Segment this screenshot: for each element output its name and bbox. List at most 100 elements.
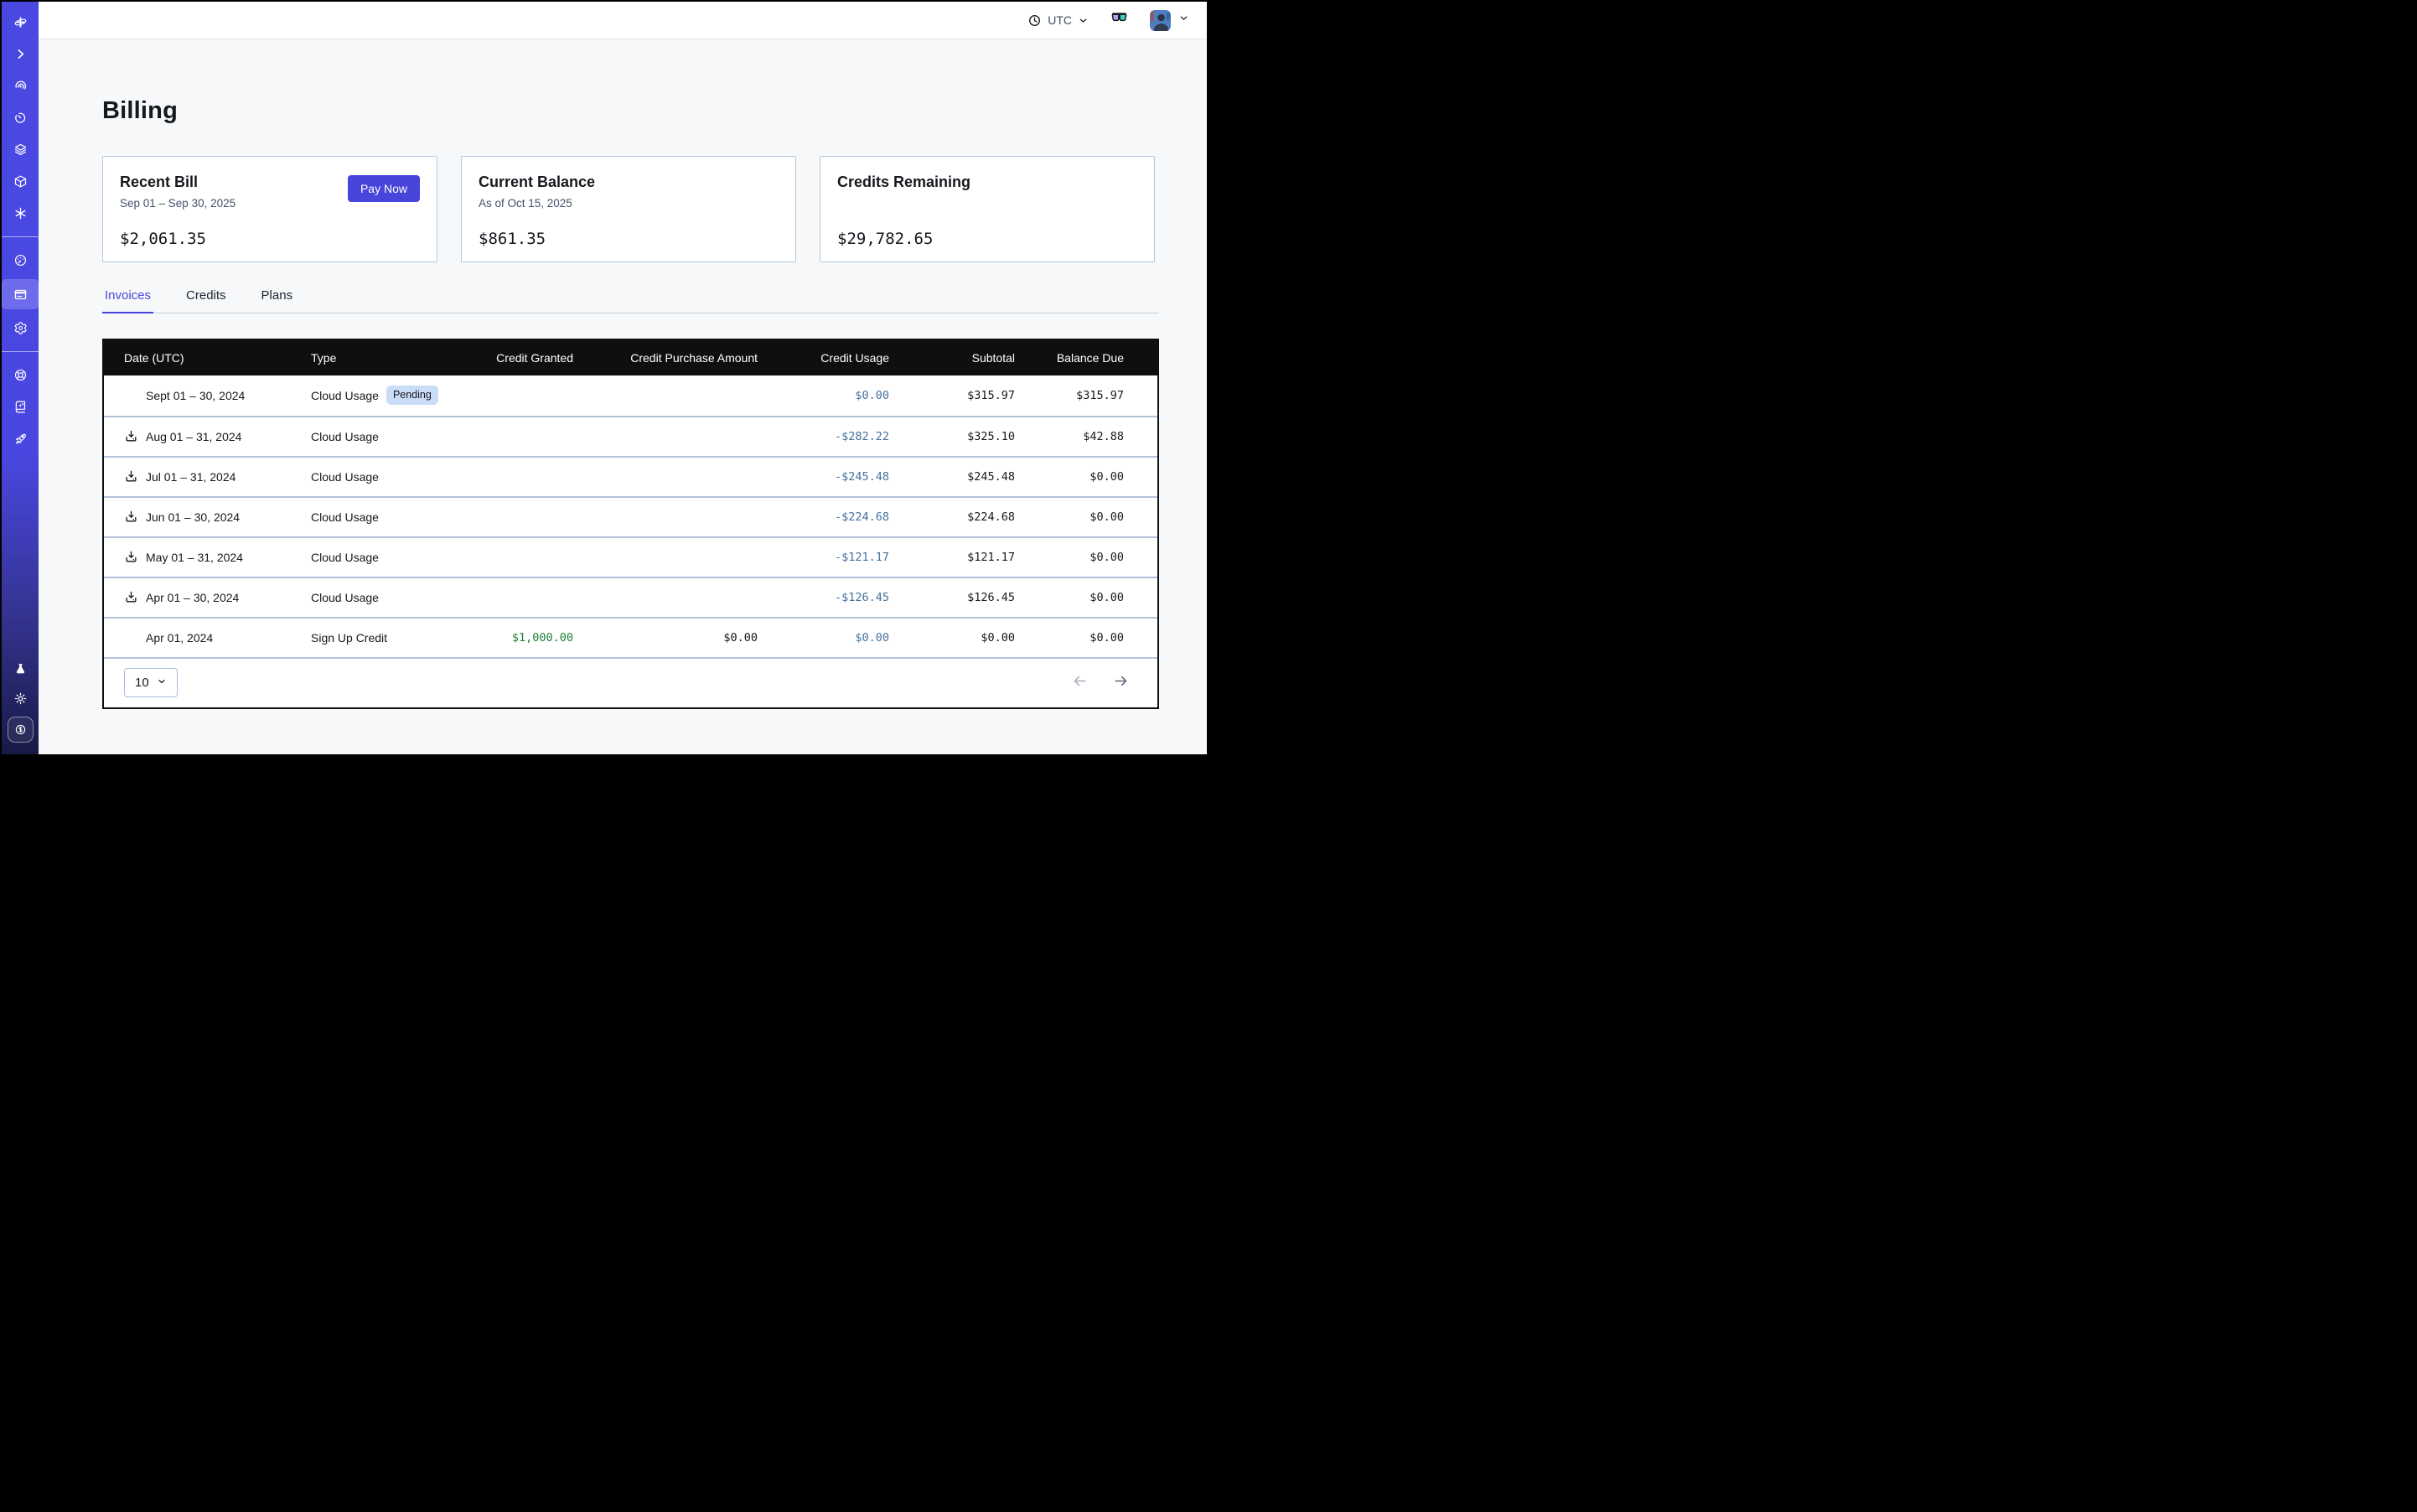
invoice-type: Sign Up Credit [311,631,387,645]
layers-icon [13,142,28,157]
account-menu[interactable] [1150,10,1189,31]
invoice-type-cell: Cloud Usage [311,510,453,524]
credit-card-icon [13,287,28,302]
sidebar-item-labs[interactable] [2,658,39,680]
download-invoice-button[interactable] [124,429,138,443]
invoice-date: Apr 01 – 30, 2024 [146,591,239,604]
download-invoice-button[interactable] [124,469,138,484]
download-invoice-button[interactable] [124,510,138,524]
next-page-button[interactable] [1113,673,1129,693]
sidebar-item-getting-started[interactable] [2,426,39,452]
tab-credits[interactable]: Credits [184,284,229,313]
column-header: Credit Purchase Amount [573,351,758,365]
balance-due-value: $0.00 [1015,510,1124,524]
sidebar-item-collapse[interactable] [2,41,39,67]
invoice-row[interactable]: Jul 01 – 31, 2024Cloud Usage-$245.48$245… [104,456,1157,496]
pay-now-button[interactable]: Pay Now [348,175,420,202]
invoice-row[interactable]: Aug 01 – 31, 2024Cloud Usage-$282.22$325… [104,416,1157,456]
table-header: Date (UTC)TypeCredit GrantedCredit Purch… [104,340,1157,375]
invoice-type-cell: Cloud Usage [311,551,453,564]
recent-bill-amount: $2,061.35 [120,230,420,248]
balance-due-value: $0.00 [1015,551,1124,564]
book-sparkle-icon [13,400,28,414]
column-header: Subtotal [889,351,1015,365]
subtotal-value: $224.68 [889,510,1015,524]
invoice-row[interactable]: Apr 01 – 30, 2024Cloud Usage-$126.45$126… [104,577,1157,617]
download-invoice-button[interactable] [124,550,138,564]
sidebar-item-packages[interactable] [2,168,39,194]
avatar [1150,10,1171,31]
invoice-type: Cloud Usage [311,591,379,604]
table-pagination: 10 [104,657,1157,707]
invoice-row[interactable]: May 01 – 31, 2024Cloud Usage-$121.17$121… [104,536,1157,577]
sidebar-item-theme[interactable] [2,687,39,709]
subtotal-value: $0.00 [889,631,1015,645]
invoice-date-cell: Apr 01 – 30, 2024 [124,590,311,604]
pager [1072,673,1129,693]
timezone-selector[interactable]: UTC [1027,13,1089,28]
chevron-right-icon [13,47,28,61]
subtotal-value: $315.97 [889,389,1015,402]
credit-usage-value: $0.00 [758,631,889,645]
tab-invoices[interactable]: Invoices [102,284,153,313]
summary-cards: Recent Bill Sep 01 – Sep 30, 2025 $2,061… [102,156,1159,262]
chevron-down-icon [1078,15,1089,26]
status-badge: Pending [386,386,438,405]
invoice-date-cell: Jul 01 – 31, 2024 [124,469,311,484]
topbar: UTC [39,2,1207,39]
invoice-row[interactable]: Apr 01, 2024Sign Up Credit$1,000.00$0.00… [104,617,1157,657]
sidebar-item-radar[interactable] [2,73,39,99]
sidebar-nav [2,9,39,452]
lifebuoy-icon [13,368,28,382]
credits-remaining-card: Credits Remaining $29,782.65 [820,156,1155,262]
invoice-date: Aug 01 – 31, 2024 [146,430,241,443]
sidebar-item-history[interactable] [2,105,39,131]
sidebar-item-support[interactable] [2,362,39,388]
sidebar-item-services[interactable] [2,200,39,226]
prev-page-button[interactable] [1072,673,1088,693]
column-header: Credit Usage [758,351,889,365]
column-header: Balance Due [1015,351,1124,365]
card-title: Current Balance [479,173,779,191]
invoice-row[interactable]: Jun 01 – 30, 2024Cloud Usage-$224.68$224… [104,496,1157,536]
table-body: Sept 01 – 30, 2024Cloud UsagePending$0.0… [104,375,1157,657]
download-slot-empty [124,630,138,645]
asterisk-icon [13,206,28,220]
sidebar-bottom [2,658,39,743]
sidebar-item-credits[interactable] [8,717,34,743]
balance-due-value: $42.88 [1015,430,1124,443]
sidebar-divider [2,351,39,352]
download-invoice-button[interactable] [124,590,138,604]
credit-usage-value: $0.00 [758,389,889,402]
invoice-date-cell: May 01 – 31, 2024 [124,550,311,564]
balance-due-value: $0.00 [1015,631,1124,645]
sun-icon [13,691,28,706]
card-subtitle: As of Oct 15, 2025 [479,197,779,210]
column-header: Date (UTC) [124,351,311,365]
sidebar-item-settings[interactable] [2,315,39,341]
download-slot-empty [124,388,138,402]
tab-plans[interactable]: Plans [259,284,296,313]
glasses-icon [1110,12,1128,28]
cube-icon [13,174,28,189]
chevron-down-icon [157,676,167,690]
sidebar-item-docs[interactable] [2,394,39,420]
invoice-type-cell: Cloud UsagePending [311,386,453,405]
reader-glasses-button[interactable] [1110,12,1128,28]
sidebar-item-usage[interactable] [2,247,39,273]
sidebar-item-billing[interactable] [2,279,39,309]
billing-tabs: Invoices Credits Plans [102,284,1159,313]
invoice-date-cell: Jun 01 – 30, 2024 [124,510,311,524]
main-column: UTC [39,2,1207,754]
invoice-type: Cloud Usage [311,470,379,484]
invoice-date: Apr 01, 2024 [146,631,213,645]
column-header: Credit Granted [453,351,573,365]
gear-icon [13,321,28,335]
page-size-select[interactable]: 10 [124,668,178,697]
sidebar-item-layers[interactable] [2,137,39,163]
sidebar-item-logo[interactable] [2,9,39,35]
invoice-row[interactable]: Sept 01 – 30, 2024Cloud UsagePending$0.0… [104,375,1157,416]
page-title: Billing [102,96,1159,125]
timezone-label: UTC [1048,13,1072,27]
credit-usage-value: -$282.22 [758,430,889,443]
